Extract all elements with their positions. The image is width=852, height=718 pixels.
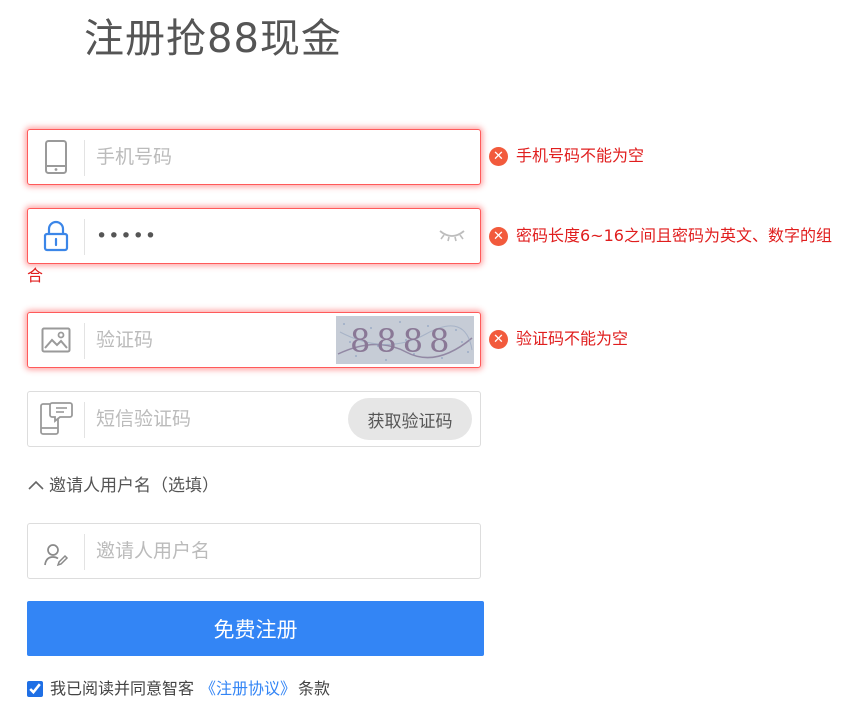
captcha-error-text: 验证码不能为空 [516,329,629,348]
captcha-field: 8888 [27,312,481,368]
sms-phone-icon [28,392,84,446]
password-error-text-wrap: 合 [27,266,44,285]
sms-field: 获取验证码 [27,391,481,447]
agreement-prefix: 我已阅读并同意智客 [50,679,195,698]
captcha-text: 8888 [350,322,455,360]
agreement-checkbox[interactable] [27,681,43,697]
register-button[interactable]: 免费注册 [27,601,484,656]
captcha-input[interactable] [96,313,324,367]
image-icon [28,313,84,367]
field-divider [84,534,85,570]
phone-error: ✕ 手机号码不能为空 [489,146,644,166]
invite-field [27,523,481,579]
error-circle-icon: ✕ [489,330,508,349]
phone-error-text: 手机号码不能为空 [516,146,645,165]
password-input[interactable] [96,209,426,263]
lock-icon [28,209,84,263]
register-page: 注册抢88现金 ✕ 手机号码不能为空 [0,0,852,718]
agreement-link[interactable]: 《注册协议》 [200,677,296,701]
page-title: 注册抢88现金 [84,16,342,62]
phone-icon [28,130,84,184]
user-edit-icon [28,524,84,582]
field-divider [84,140,85,176]
captcha-error: ✕ 验证码不能为空 [489,329,628,349]
field-divider [84,323,85,359]
agreement-suffix: 条款 [298,679,331,698]
captcha-image[interactable]: 8888 [336,316,474,364]
password-error: ✕ 密码长度6~16之间且密码为英文、数字的组 [489,226,832,246]
field-divider [84,402,85,438]
sms-code-input[interactable] [96,392,336,446]
phone-input[interactable] [96,130,466,184]
error-circle-icon: ✕ [489,227,508,246]
get-sms-code-button[interactable]: 获取验证码 [348,398,472,440]
phone-field [27,129,481,185]
eye-closed-icon[interactable] [438,227,466,249]
agreement-row: 我已阅读并同意智客 《注册协议》 条款 [27,677,330,701]
field-divider [84,219,85,255]
password-error-text: 密码长度6~16之间且密码为英文、数字的组 [516,226,832,245]
error-circle-icon: ✕ [489,147,508,166]
invite-username-input[interactable] [96,524,466,578]
password-field [27,208,481,264]
invite-toggle-label: 邀请人用户名（选填） [49,476,219,496]
invite-toggle[interactable]: 邀请人用户名（选填） [27,474,219,498]
chevron-up-icon [27,474,45,498]
